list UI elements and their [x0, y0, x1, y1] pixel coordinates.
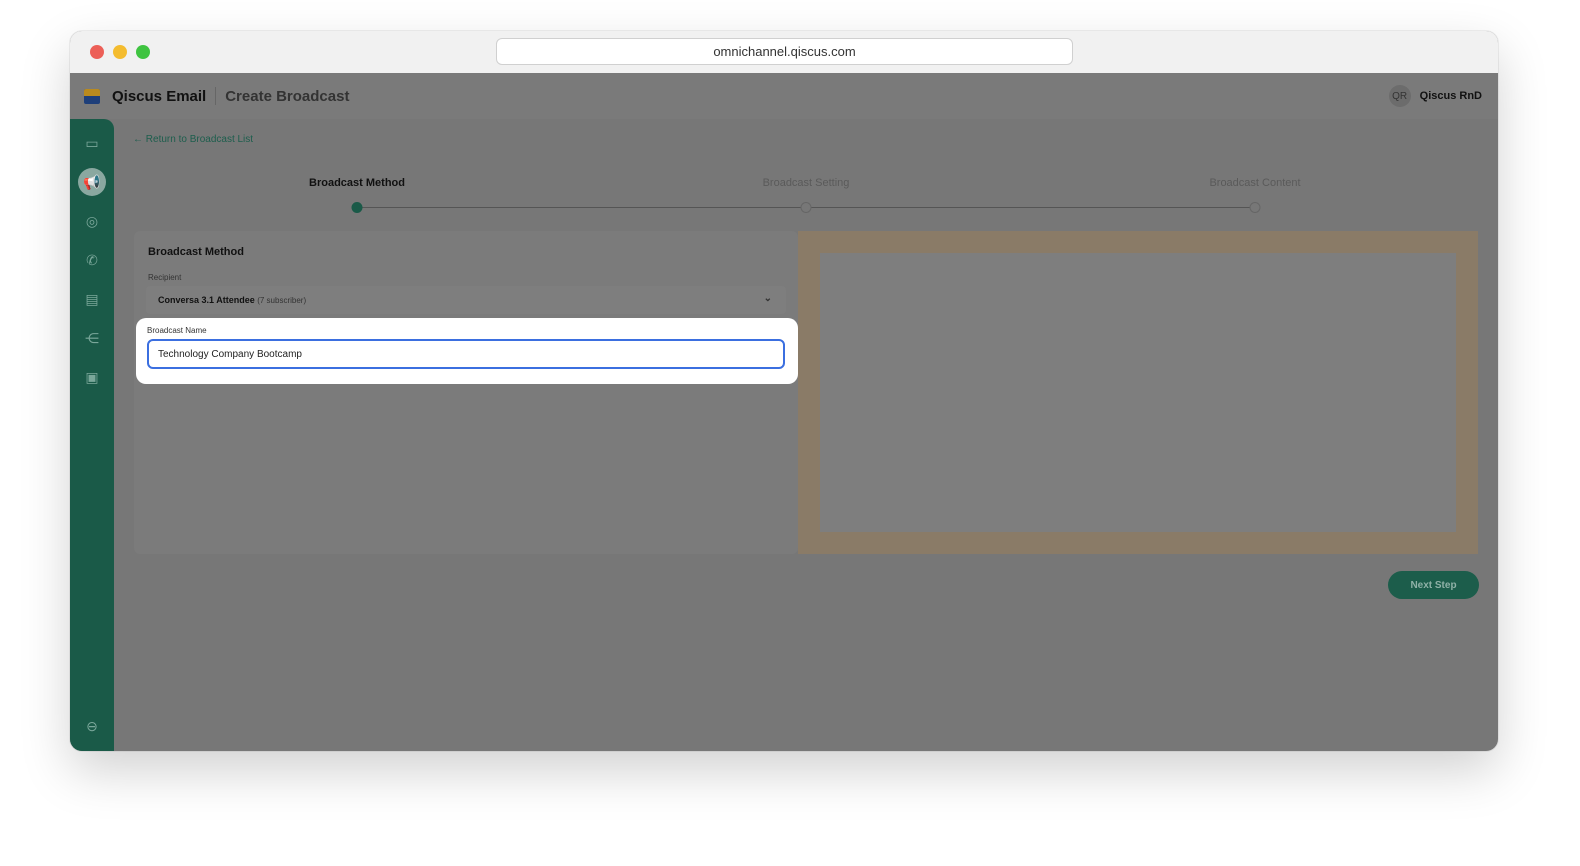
broadcast-megaphone-icon[interactable]: 📢 — [78, 168, 106, 196]
maximize-window-button[interactable] — [136, 45, 150, 59]
integration-share-icon[interactable]: ⋲ — [82, 328, 102, 348]
preview-area — [820, 253, 1456, 532]
step-broadcast-content: Broadcast Content — [1209, 177, 1301, 189]
preview-panel — [798, 231, 1478, 554]
inbox-icon[interactable]: ▭ — [82, 133, 102, 153]
return-link-label: Return to Broadcast List — [145, 134, 254, 145]
broadcast-name-input[interactable] — [147, 339, 785, 369]
app-header: Qiscus Email Create Broadcast QR Qiscus … — [70, 73, 1498, 119]
step-broadcast-method: Broadcast Method — [309, 177, 405, 189]
close-window-button[interactable] — [90, 45, 104, 59]
avatar: QR — [1388, 85, 1411, 107]
minimize-window-button[interactable] — [113, 45, 127, 59]
section-title: Broadcast Method — [148, 246, 244, 258]
user-name: Qiscus RnD — [1419, 90, 1482, 102]
id-card-icon[interactable]: ▣ — [82, 367, 102, 387]
next-step-button[interactable]: Next Step — [1388, 571, 1479, 599]
step-dot-active — [351, 202, 363, 213]
qiscus-logo-icon — [84, 88, 100, 104]
page-title: Create Broadcast — [225, 87, 350, 105]
collapse-sidebar-icon[interactable]: ⊖ — [82, 716, 102, 736]
phone-icon[interactable]: ✆ — [82, 250, 102, 270]
app-name: Qiscus Email — [112, 87, 207, 105]
broadcast-method-card: Broadcast Method Recipient Conversa 3.1 … — [134, 231, 798, 554]
recipient-value: Conversa 3.1 Attendee — [158, 295, 255, 305]
broadcast-name-highlight: Broadcast Name — [136, 318, 798, 384]
step-dot — [800, 202, 812, 213]
arrow-left-icon: ← — [133, 134, 146, 145]
browser-titlebar: omnichannel.qiscus.com — [70, 31, 1498, 73]
chevron-down-icon: ⌄ — [763, 293, 772, 304]
sidebar: ▭ 📢 ◎ ✆ ▤ ⋲ ▣ ⊖ — [70, 119, 114, 751]
divider — [215, 87, 217, 105]
user-menu[interactable]: QR Qiscus RnD — [1388, 85, 1482, 107]
recipient-label: Recipient — [148, 273, 182, 282]
contact-icon[interactable]: ◎ — [82, 211, 102, 231]
step-dot — [1249, 202, 1261, 213]
address-bar[interactable]: omnichannel.qiscus.com — [496, 38, 1073, 65]
step-broadcast-setting: Broadcast Setting — [762, 177, 850, 189]
recipient-count: (7 subscriber) — [257, 296, 307, 305]
report-icon[interactable]: ▤ — [82, 289, 102, 309]
recipient-select[interactable]: Conversa 3.1 Attendee (7 subscriber) ⌄ — [146, 286, 786, 314]
browser-window: omnichannel.qiscus.com Qiscus Email Crea… — [70, 31, 1498, 751]
broadcast-name-label: Broadcast Name — [147, 326, 207, 335]
return-to-list-link[interactable]: ← Return to Broadcast List — [133, 134, 253, 145]
